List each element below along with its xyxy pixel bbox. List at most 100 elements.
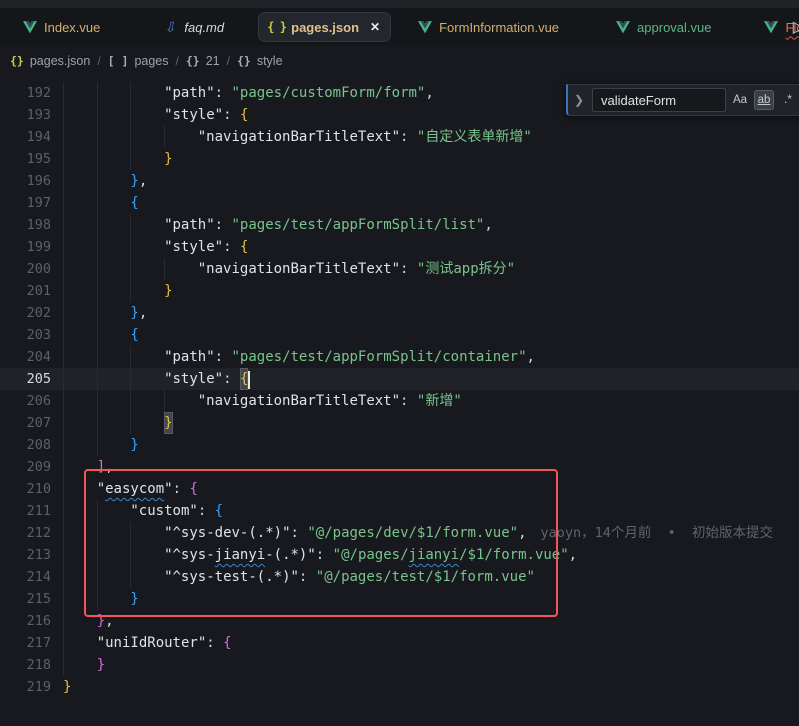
line-number: 200 xyxy=(0,258,63,280)
code-line-201[interactable]: 201} xyxy=(0,280,799,302)
breadcrumb-21[interactable]: {} 21 xyxy=(186,54,220,68)
code-line-207[interactable]: 207} xyxy=(0,412,799,434)
code-token: } xyxy=(130,434,138,456)
indent-guide xyxy=(97,412,131,434)
code-token: "pages/test/appFormSplit/container" xyxy=(232,346,527,368)
code-line-206[interactable]: 206"navigationBarTitleText": "新增" xyxy=(0,390,799,412)
code-line-212[interactable]: 212"^sys-dev-(.*)": "@/pages/dev/$1/form… xyxy=(0,522,799,544)
code-line-219[interactable]: 219} xyxy=(0,676,799,698)
indent-guide xyxy=(130,368,164,390)
whole-word-button[interactable]: ab xyxy=(754,90,774,110)
line-number: 208 xyxy=(0,434,63,456)
indent-guide xyxy=(130,544,164,566)
code-line-216[interactable]: 216}, xyxy=(0,610,799,632)
code-line-217[interactable]: 217"uniIdRouter": { xyxy=(0,632,799,654)
code-editor[interactable]: 192"path": "pages/customForm/form",193"s… xyxy=(0,76,799,726)
tab-label: pages.json xyxy=(291,20,359,35)
code-token: } xyxy=(130,170,138,192)
code-token: " xyxy=(164,478,172,500)
code-token: "path" xyxy=(164,346,215,368)
code-line-218[interactable]: 218} xyxy=(0,654,799,676)
code-token: : xyxy=(400,390,417,412)
indent-guide xyxy=(63,632,97,654)
text-cursor xyxy=(248,371,250,389)
code-token: "path" xyxy=(164,82,215,104)
code-token: , xyxy=(139,170,147,192)
code-token: : xyxy=(215,214,232,236)
breadcrumb-style[interactable]: {} style xyxy=(237,54,283,68)
code-line-202[interactable]: 202}, xyxy=(0,302,799,324)
code-line-194[interactable]: 194"navigationBarTitleText": "自定义表单新增" xyxy=(0,126,799,148)
toggle-replace-icon[interactable]: ❯ xyxy=(574,93,588,107)
code-line-204[interactable]: 204"path": "pages/test/appFormSplit/cont… xyxy=(0,346,799,368)
code-token: { xyxy=(223,632,231,654)
code-token: } xyxy=(164,148,172,170)
code-line-208[interactable]: 208} xyxy=(0,434,799,456)
line-number: 199 xyxy=(0,236,63,258)
indent-guide xyxy=(97,324,131,346)
code-line-214[interactable]: 214"^sys-test-(.*)": "@/pages/test/$1/fo… xyxy=(0,566,799,588)
tab-index-vue[interactable]: Index.vue xyxy=(14,12,108,42)
breadcrumb-pages[interactable]: [ ] pages xyxy=(108,54,169,68)
code-token: ] xyxy=(97,456,105,478)
tab-label: Index.vue xyxy=(44,20,100,35)
code-line-199[interactable]: 199"style": { xyxy=(0,236,799,258)
code-token: "style" xyxy=(164,368,223,390)
breadcrumb-file[interactable]: {} pages.json xyxy=(10,54,90,68)
code-line-211[interactable]: 211"custom": { xyxy=(0,500,799,522)
code-line-213[interactable]: 213"^sys-jianyi-(.*)": "@/pages/jianyi/$… xyxy=(0,544,799,566)
code-line-196[interactable]: 196}, xyxy=(0,170,799,192)
object-symbol-icon: {} xyxy=(237,54,251,68)
indent-guide xyxy=(164,258,198,280)
tab-pages-json[interactable]: { } pages.json ✕ xyxy=(258,12,391,42)
tab-forminformation-vue[interactable]: FormInformation.vue xyxy=(409,12,567,42)
line-number: 193 xyxy=(0,104,63,126)
match-case-button[interactable]: Aa xyxy=(730,90,750,110)
code-token: " xyxy=(97,478,105,500)
regex-button[interactable]: .* xyxy=(778,90,798,110)
find-input[interactable] xyxy=(592,88,726,112)
breadcrumb-separator: / xyxy=(176,54,179,68)
code-token: "^sys- xyxy=(164,544,215,566)
code-line-200[interactable]: 200"navigationBarTitleText": "测试app拆分" xyxy=(0,258,799,280)
line-number: 219 xyxy=(0,676,63,698)
code-token: : xyxy=(198,500,215,522)
indent-guide xyxy=(63,588,97,610)
code-token: : xyxy=(223,368,240,390)
close-icon[interactable]: ✕ xyxy=(370,20,380,34)
code-token: "navigationBarTitleText" xyxy=(198,126,400,148)
indent-guide xyxy=(97,434,131,456)
code-line-210[interactable]: 210"easycom": { xyxy=(0,478,799,500)
code-line-205[interactable]: 205"style": { xyxy=(0,368,799,390)
code-line-215[interactable]: 215} xyxy=(0,588,799,610)
code-line-209[interactable]: 209], xyxy=(0,456,799,478)
code-token: } xyxy=(130,302,138,324)
code-token: "测试app拆分" xyxy=(417,258,515,280)
tab-approval-vue[interactable]: approval.vue xyxy=(607,12,719,42)
code-line-197[interactable]: 197{ xyxy=(0,192,799,214)
code-token: -(.*)" xyxy=(265,544,316,566)
code-token: , xyxy=(569,544,577,566)
tab-faq-md[interactable]: ⇩ faq.md xyxy=(154,12,232,42)
vue-icon xyxy=(764,20,779,35)
code-token: : xyxy=(215,82,232,104)
indent-guide xyxy=(130,148,164,170)
code-token: "^sys-dev-(.*)" xyxy=(164,522,290,544)
line-number: 201 xyxy=(0,280,63,302)
code-token: , xyxy=(425,82,433,104)
code-line-203[interactable]: 203{ xyxy=(0,324,799,346)
object-symbol-icon: {} xyxy=(186,54,200,68)
code-token: "@/pages/dev/$1/form.vue" xyxy=(307,522,518,544)
code-token: "自定义表单新增" xyxy=(417,126,532,148)
code-token: , xyxy=(484,214,492,236)
code-line-195[interactable]: 195} xyxy=(0,148,799,170)
code-token: "pages/customForm/form" xyxy=(232,82,426,104)
run-button-icon[interactable]: ▷ xyxy=(793,17,799,37)
indent-guide xyxy=(97,280,131,302)
indent-guide xyxy=(63,368,97,390)
indent-guide xyxy=(130,390,164,412)
code-token: jianyi xyxy=(409,544,460,566)
code-token: "custom" xyxy=(130,500,197,522)
code-line-198[interactable]: 198"path": "pages/test/appFormSplit/list… xyxy=(0,214,799,236)
json-braces-icon: { } xyxy=(269,20,284,35)
